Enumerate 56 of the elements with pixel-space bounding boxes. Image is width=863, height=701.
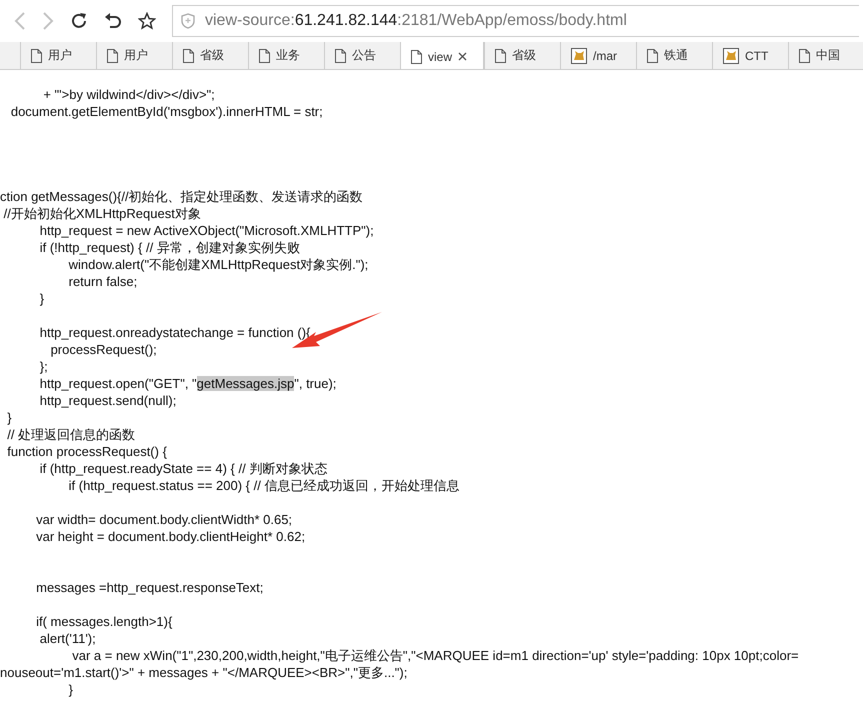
undo-icon[interactable] <box>104 12 122 30</box>
source-line: } <box>68 682 73 697</box>
shield-icon <box>181 13 195 29</box>
address-field[interactable]: view-source:61.241.82.144:2181/WebApp/emoss/body.html <box>172 5 859 37</box>
browser-tab[interactable]: view <box>400 42 484 69</box>
source-line: http_request = new ActiveXObject("Microsoft.XMLHTTP"); <box>38 223 374 238</box>
browser-tab[interactable]: CTT <box>712 42 788 69</box>
star-icon[interactable] <box>138 12 156 30</box>
browser-tab[interactable]: 中国 <box>788 42 863 69</box>
page-icon <box>411 50 422 64</box>
source-line: return false; <box>68 274 138 289</box>
source-line: window.alert("不能创建XMLHttpRequest对象实例."); <box>68 257 368 272</box>
source-line: processRequest(); <box>50 342 157 357</box>
browser-tab[interactable]: 用户 <box>96 42 172 69</box>
browser-tab[interactable]: 用户 <box>20 42 96 69</box>
selected-text: getMessages.jsp <box>196 376 294 391</box>
page-icon <box>647 48 658 62</box>
source-line: ction getMessages(){//初始化、指定处理函数、发送请求的函数 <box>0 189 363 204</box>
source-line: if (!http_request) { // 异常，创建对象实例失败 <box>38 240 300 255</box>
source-line: alert('11'); <box>38 631 96 646</box>
source-line: nouseout='m1.start()'>" + messages + "</MARQUEE><BR>","更多..."); <box>0 665 408 680</box>
source-line: http_request.open("GET", " <box>38 376 197 391</box>
page-icon <box>107 48 118 62</box>
source-line: function processRequest() { <box>6 444 167 459</box>
close-icon[interactable] <box>458 52 468 61</box>
url-text: view-source:61.241.82.144:2181/WebApp/emoss/body.html <box>205 12 627 30</box>
browser-tab[interactable]: 省级 <box>484 42 560 69</box>
source-line: + "'>by wildwind</div></div>"; <box>42 87 215 102</box>
page-icon <box>31 48 42 62</box>
source-line: //开始初始化XMLHttpRequest对象 <box>2 206 201 221</box>
browser-tab[interactable]: 业务 <box>248 42 324 69</box>
source-line: // 处理返回信息的函数 <box>6 427 136 442</box>
source-line: var width= document.body.clientWidth* 0.65; <box>35 512 292 527</box>
browser-tab[interactable]: /mar <box>560 42 636 69</box>
source-line: var a = new xWin("1",230,200,width,height,"电子运维公告","<MARQUEE id=m1 direction='up' style='padding: 10px 10pt;color= <box>71 648 799 663</box>
cat-icon <box>571 48 587 64</box>
source-line: var height = document.body.clientHeight* 0.62; <box>35 529 306 544</box>
page-icon <box>259 48 270 62</box>
reload-icon[interactable] <box>70 12 88 30</box>
source-line: http_request.send(null); <box>38 393 176 408</box>
source-line: if (http_request.status == 200) { // 信息已经成功返回，开始处理信息 <box>68 478 460 493</box>
source-line: ", true); <box>294 376 336 391</box>
page-icon <box>495 48 506 62</box>
browser-tab[interactable]: 省级 <box>172 42 248 69</box>
page-icon <box>183 48 194 62</box>
source-line: }; <box>38 359 48 374</box>
source-line: messages =http_request.responseText; <box>35 580 264 595</box>
source-line: document.getElementById('msgbox').innerHTML = str; <box>10 104 323 119</box>
page-icon <box>799 48 810 62</box>
source-line: if (http_request.readyState == 4) { // 判断对象状态 <box>38 461 328 476</box>
browser-tab[interactable]: 铁通 <box>636 42 712 69</box>
cat-icon <box>723 48 739 64</box>
source-line: } <box>6 410 12 425</box>
source-line: } <box>38 291 44 306</box>
source-line: if( messages.length>1){ <box>35 614 172 629</box>
page-icon <box>335 48 346 62</box>
